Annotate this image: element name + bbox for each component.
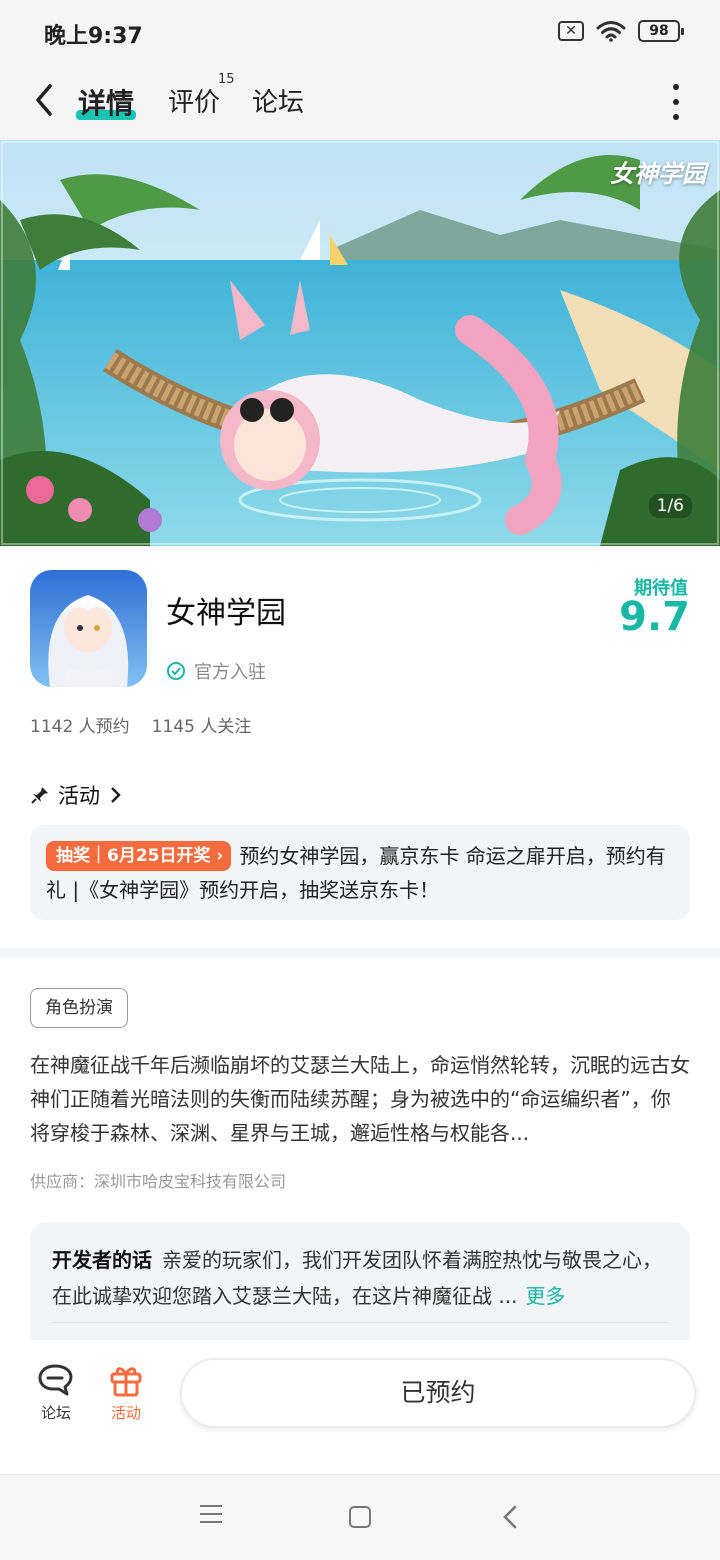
forum-chat-icon — [38, 1364, 73, 1396]
status-icons: ✕ 98 — [558, 20, 684, 42]
nav-back-icon[interactable] — [500, 1503, 520, 1531]
review-count-badge: 15 — [218, 72, 235, 87]
expect-score: 9.7 — [619, 594, 690, 640]
bottom-action-bar: 论坛 活动 已预约 — [0, 1340, 720, 1474]
lottery-badge: 抽奖｜6月25日开奖 › — [46, 841, 232, 871]
system-nav-bar — [0, 1474, 720, 1560]
tab-detail-label: 详情 — [78, 87, 135, 120]
activity-button[interactable]: 活动 — [96, 1362, 156, 1423]
reservation-count: 1142 人预约 — [30, 717, 130, 737]
status-time: 晚上9:37 — [44, 24, 143, 49]
follower-count: 1145 人关注 — [151, 717, 252, 737]
developer-note-card[interactable]: 开发者的话 亲爱的玩家们，我们开发团队怀着满腔热忱与敬畏之心，在此诚挚欢迎您踏入艾… — [30, 1222, 690, 1352]
tab-forum-label: 论坛 — [252, 88, 305, 118]
tab-forum[interactable]: 论坛 — [252, 82, 304, 119]
forum-button[interactable]: 论坛 — [26, 1362, 86, 1423]
no-sim-icon: ✕ — [558, 21, 584, 41]
developer-note-more-link[interactable]: 更多 — [525, 1284, 565, 1308]
supplier-info: 供应商：深圳市哈皮宝科技有限公司 — [30, 1172, 287, 1191]
activity-card[interactable]: 抽奖｜6月25日开奖 › 预约女神学园，赢京东卡 命运之扉开启，预约有礼 |《女… — [30, 825, 690, 920]
section-divider — [0, 948, 720, 958]
game-description[interactable]: 在神魔征战千年后濒临崩坏的艾瑟兰大陆上，命运悄然轮转，沉眠的远古女神们正随着光暗… — [30, 1048, 690, 1150]
tab-detail[interactable]: 详情 — [76, 82, 137, 122]
developer-note-heading: 开发者的话 — [52, 1248, 152, 1272]
banner-artwork — [0, 140, 720, 546]
genre-tag[interactable]: 角色扮演 — [30, 988, 128, 1028]
chevron-right-icon: › — [210, 846, 224, 866]
gift-icon — [110, 1367, 142, 1397]
battery-icon: 98 — [638, 20, 684, 42]
activity-tab-label: 活动 — [110, 1404, 141, 1422]
app-stats: 1142 人预约 1145 人关注 — [30, 712, 251, 737]
official-label: 官方入驻 — [194, 662, 266, 683]
official-badge: 官方入驻 — [166, 658, 266, 684]
more-options-icon[interactable] — [666, 84, 686, 120]
tab-review-label: 评价 — [168, 88, 221, 118]
divider — [52, 1322, 668, 1323]
activity-section-header[interactable]: 活动 — [30, 780, 122, 810]
app-icon — [30, 570, 147, 687]
tab-review[interactable]: 评价 15 — [168, 72, 235, 119]
lottery-badge-label: 抽奖｜6月25日开奖 — [56, 846, 211, 866]
top-nav: 详情 评价 15 论坛 — [0, 64, 720, 140]
back-arrow-icon[interactable] — [30, 80, 60, 120]
pin-icon — [31, 787, 48, 804]
home-icon[interactable] — [349, 1506, 371, 1528]
reserved-button[interactable]: 已预约 — [180, 1358, 696, 1428]
wifi-icon — [596, 21, 626, 42]
check-circle-icon — [167, 662, 185, 680]
chevron-right-icon — [111, 787, 121, 803]
forum-label: 论坛 — [40, 1404, 71, 1422]
status-bar: 晚上9:37 ✕ 98 — [0, 0, 720, 64]
banner-carousel[interactable]: 女神学园 1/6 — [0, 140, 720, 546]
activity-heading: 活动 — [58, 784, 100, 808]
app-name: 女神学园 — [166, 596, 286, 631]
banner-page-counter: 1/6 — [648, 494, 692, 518]
menu-icon[interactable] — [200, 1505, 222, 1523]
banner-game-logo: 女神学园 — [610, 160, 706, 188]
